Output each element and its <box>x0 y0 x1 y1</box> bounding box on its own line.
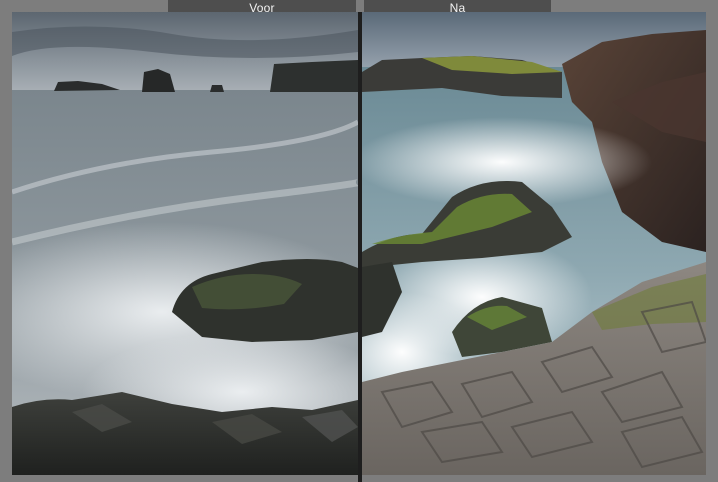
compare-divider-handle[interactable] <box>358 12 362 482</box>
before-photo-seascape <box>12 12 358 475</box>
after-image[interactable] <box>362 12 706 475</box>
before-image[interactable] <box>12 12 358 475</box>
before-after-compare-view: Voor Na <box>0 0 718 482</box>
after-photo-seascape <box>362 12 706 475</box>
